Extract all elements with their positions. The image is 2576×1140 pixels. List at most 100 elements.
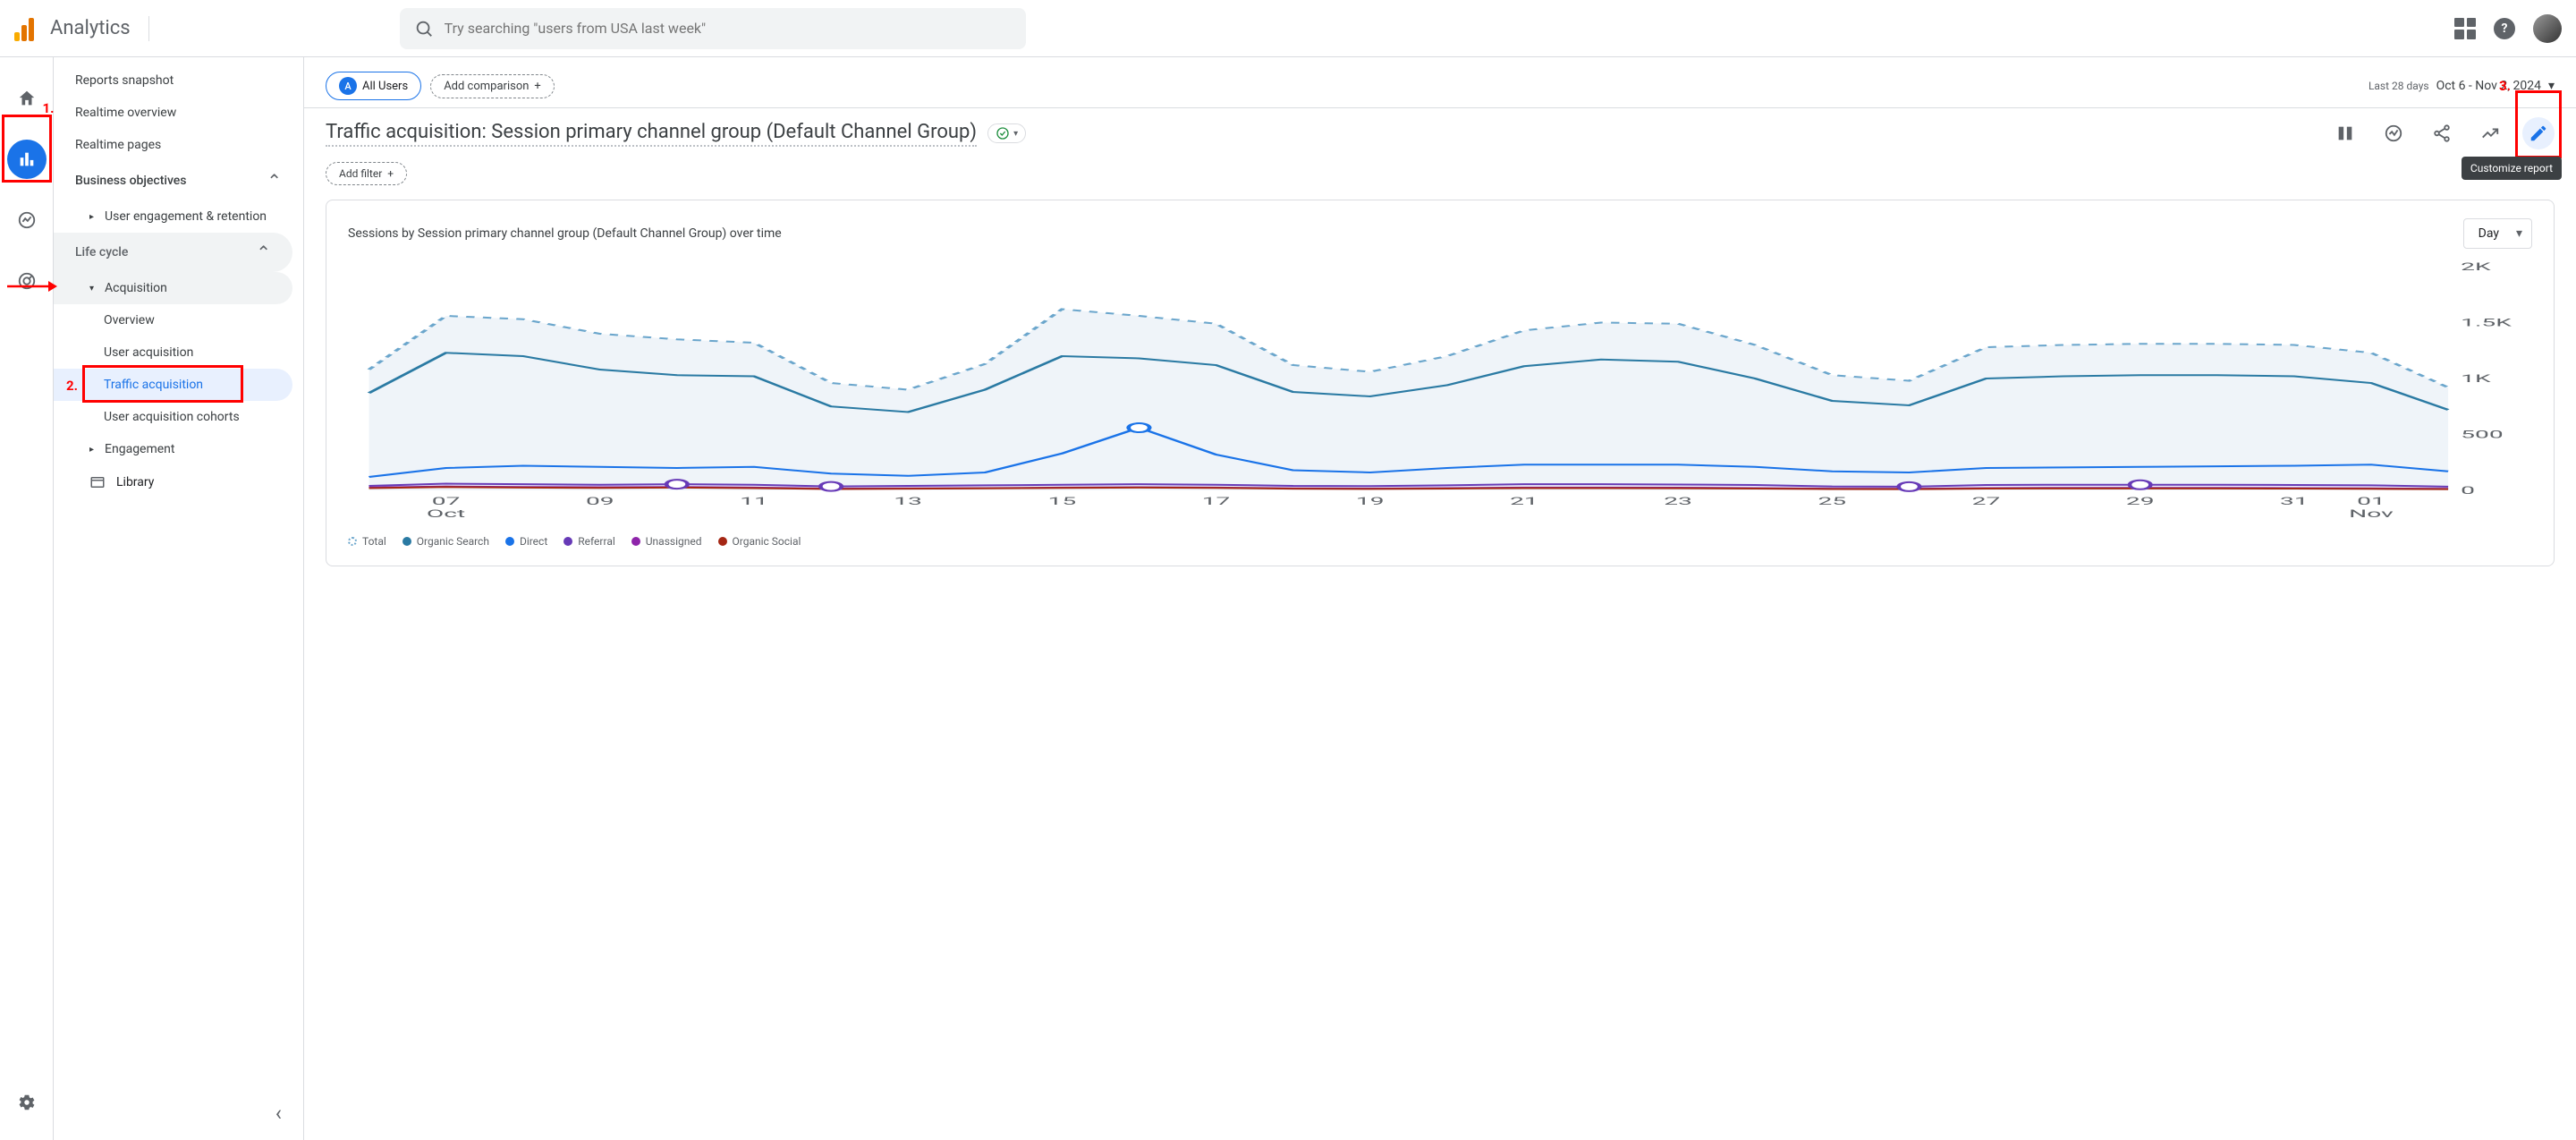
compare-icon[interactable] — [2329, 117, 2361, 149]
svg-text:23: 23 — [1664, 495, 1692, 507]
svg-text:Nov: Nov — [2349, 507, 2394, 520]
search-bar[interactable] — [400, 8, 1026, 49]
svg-text:13: 13 — [894, 495, 922, 507]
app-header: Analytics ? — [0, 0, 2576, 57]
insights-icon[interactable] — [2474, 117, 2506, 149]
legend-organic-social[interactable]: Organic Social — [718, 535, 801, 548]
avatar[interactable] — [2533, 14, 2562, 43]
nav-rail: 1. — [0, 57, 54, 1140]
legend-direct[interactable]: Direct — [505, 535, 547, 548]
sidebar-user-acquisition[interactable]: User acquisition — [54, 336, 303, 369]
granularity-select[interactable]: Day — [2463, 218, 2532, 249]
sidebar-traffic-acquisition[interactable]: Traffic acquisition — [54, 369, 292, 401]
report-title[interactable]: Traffic acquisition: Session primary cha… — [326, 121, 977, 147]
sidebar-user-acquisition-cohorts[interactable]: User acquisition cohorts — [54, 401, 303, 433]
rail-explore-icon[interactable] — [7, 200, 47, 240]
line-chart: 05001K1.5K2K07Oct09111315171921232527293… — [348, 258, 2532, 526]
sidebar-user-engagement-label: User engagement & retention — [105, 209, 267, 224]
customize-report-button[interactable] — [2522, 117, 2555, 149]
chip-add-comparison[interactable]: Add comparison + — [430, 74, 555, 98]
caret-right-icon: ▸ — [89, 212, 94, 222]
svg-text:19: 19 — [1356, 495, 1385, 507]
chart-card: Sessions by Session primary channel grou… — [326, 200, 2555, 566]
sidebar-business-objectives-label: Business objectives — [75, 174, 187, 188]
chart-legend: Total Organic Search Direct Referral Una… — [348, 535, 2532, 548]
sidebar-realtime-overview[interactable]: Realtime overview — [54, 97, 303, 129]
svg-text:0: 0 — [2461, 484, 2475, 497]
svg-text:21: 21 — [1510, 495, 1538, 507]
chevron-up-icon: ⌃ — [256, 242, 271, 263]
rail-reports-icon[interactable] — [7, 140, 47, 179]
sidebar-library-label: Library — [116, 475, 154, 489]
main-content: A All Users Add comparison + Last 28 day… — [304, 57, 2576, 1140]
rail-advertising-icon[interactable] — [7, 261, 47, 301]
caret-down-icon: ▾ — [89, 284, 94, 294]
annotation-label-3: 3. — [2499, 78, 2511, 94]
sidebar-life-cycle-label: Life cycle — [75, 245, 128, 259]
sidebar-engagement-label: Engagement — [105, 442, 174, 456]
share-icon[interactable] — [2426, 117, 2458, 149]
date-range-picker[interactable]: Last 28 days Oct 6 - Nov 2, 2024 ▾ — [2368, 79, 2555, 93]
sidebar-user-engagement[interactable]: ▸ User engagement & retention — [54, 200, 303, 233]
sidebar-reports-snapshot[interactable]: Reports snapshot — [54, 64, 303, 97]
status-pill[interactable]: ▾ — [987, 123, 1026, 143]
legend-unassigned[interactable]: Unassigned — [631, 535, 702, 548]
title-row: Traffic acquisition: Session primary cha… — [304, 108, 2576, 158]
chip-add-filter[interactable]: Add filter + — [326, 162, 407, 185]
legend-organic-search[interactable]: Organic Search — [402, 535, 489, 548]
svg-text:1K: 1K — [2461, 372, 2491, 385]
chart-title: Sessions by Session primary channel grou… — [348, 226, 782, 241]
sidebar-engagement[interactable]: ▸ Engagement — [54, 433, 303, 465]
legend-total[interactable]: Total — [348, 535, 386, 548]
rail-settings-icon[interactable] — [7, 1083, 47, 1122]
help-icon[interactable]: ? — [2494, 18, 2515, 39]
all-users-badge: A — [339, 77, 357, 95]
add-comparison-label: Add comparison — [444, 80, 529, 93]
top-controls: A All Users Add comparison + Last 28 day… — [304, 57, 2576, 108]
library-icon — [89, 474, 106, 490]
anomaly-icon[interactable] — [2377, 117, 2410, 149]
reports-sidebar: Reports snapshot Realtime overview Realt… — [54, 57, 304, 1140]
search-input[interactable] — [445, 20, 1012, 37]
svg-text:31: 31 — [2280, 495, 2309, 507]
svg-text:29: 29 — [2126, 495, 2155, 507]
sidebar-acquisition-label: Acquisition — [105, 281, 167, 295]
sidebar-library[interactable]: Library — [54, 465, 303, 499]
annotation-label-2: 2. — [66, 378, 78, 394]
chevron-up-icon: ⌃ — [267, 170, 282, 191]
rail-home-icon[interactable] — [7, 79, 47, 118]
sidebar-overview[interactable]: Overview — [54, 304, 303, 336]
divider — [148, 16, 149, 41]
annotation-label-1: 1. — [43, 100, 55, 116]
svg-text:25: 25 — [1818, 495, 1846, 507]
search-icon — [414, 19, 434, 38]
legend-referral[interactable]: Referral — [564, 535, 615, 548]
all-users-label: All Users — [362, 80, 408, 93]
sidebar-collapse-icon[interactable]: ‹ — [275, 1101, 282, 1126]
chevron-down-icon: ▾ — [2548, 79, 2555, 93]
svg-text:09: 09 — [586, 495, 614, 507]
analytics-logo-icon — [14, 16, 39, 41]
sidebar-realtime-pages[interactable]: Realtime pages — [54, 129, 303, 161]
svg-text:500: 500 — [2461, 429, 2503, 441]
app-name: Analytics — [50, 17, 131, 39]
plus-icon: + — [534, 80, 540, 93]
svg-text:27: 27 — [1972, 495, 2001, 507]
svg-text:Oct: Oct — [427, 507, 465, 520]
sidebar-business-objectives[interactable]: Business objectives ⌃ — [54, 161, 303, 200]
svg-text:17: 17 — [1202, 495, 1231, 507]
add-filter-label: Add filter — [339, 167, 382, 180]
check-circle-icon — [996, 126, 1010, 140]
sidebar-life-cycle[interactable]: Life cycle ⌃ — [54, 233, 292, 272]
chip-all-users[interactable]: A All Users — [326, 72, 421, 100]
logo[interactable]: Analytics — [14, 16, 131, 41]
svg-text:07: 07 — [432, 495, 461, 507]
svg-text:2K: 2K — [2461, 260, 2491, 273]
svg-text:01: 01 — [2357, 495, 2385, 507]
sidebar-acquisition[interactable]: ▾ Acquisition — [54, 272, 292, 304]
date-range-text: Oct 6 - Nov 2, 2024 — [2436, 79, 2541, 93]
apps-icon[interactable] — [2454, 18, 2476, 39]
tooltip-customize: Customize report — [2462, 157, 2562, 180]
date-prefix: Last 28 days — [2368, 80, 2429, 92]
plus-icon: + — [387, 167, 394, 180]
